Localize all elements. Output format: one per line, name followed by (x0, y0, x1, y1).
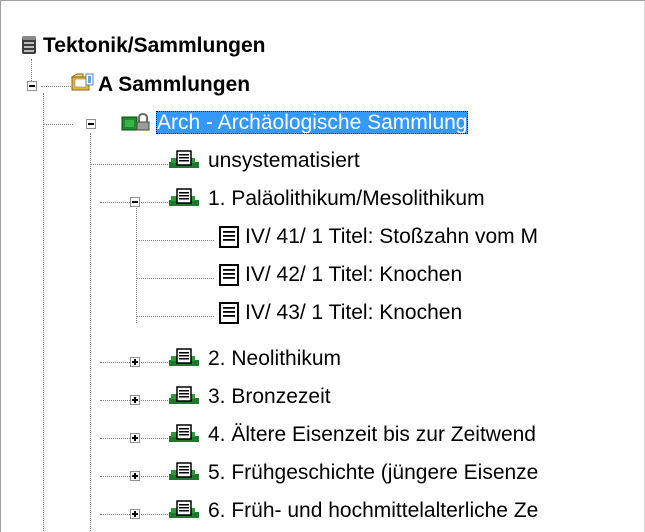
collection-tree-view[interactable]: Tektonik/Sammlungen A Sammlungen Arch - … (0, 0, 645, 532)
tree-line (136, 240, 214, 241)
tree-node-group[interactable]: A Sammlungen (98, 71, 250, 99)
tree-node-root[interactable]: Tektonik/Sammlungen (43, 32, 265, 60)
expand-toggle[interactable] (130, 395, 140, 405)
tree-line (90, 133, 91, 532)
selected-label: Arch - Archäologische Sammlung (156, 111, 469, 134)
record-icon (216, 263, 244, 292)
tree-node-series[interactable]: 1. Paläolithikum/Mesolithikum (208, 185, 485, 213)
series-icon (168, 149, 202, 176)
tree-line (136, 278, 214, 279)
series-icon (168, 187, 202, 214)
series-icon (168, 461, 202, 488)
series-icon (168, 385, 202, 412)
tree-line (41, 86, 71, 87)
tree-line (136, 208, 137, 323)
locked-collection-icon (119, 109, 153, 138)
tree-node-record[interactable]: IV/ 41/ 1 Titel: Stoßzahn vom M (245, 223, 538, 251)
collapse-toggle[interactable] (130, 197, 140, 207)
tree-node-record[interactable]: IV/ 42/ 1 Titel: Knochen (245, 261, 462, 289)
tree-line (90, 164, 168, 165)
tree-node-series[interactable]: 5. Frühgeschichte (jüngere Eisenze (208, 459, 538, 487)
record-icon (216, 225, 244, 254)
expand-toggle[interactable] (130, 509, 140, 519)
tree-line (43, 124, 73, 125)
tree-line (43, 93, 44, 532)
collapse-toggle[interactable] (86, 119, 96, 129)
series-icon (168, 423, 202, 450)
series-icon (168, 499, 202, 526)
expand-toggle[interactable] (130, 433, 140, 443)
expand-toggle[interactable] (130, 357, 140, 367)
tree-node-series[interactable]: 4. Ältere Eisenzeit bis zur Zeitwend (208, 421, 536, 449)
tree-node-series[interactable]: 6. Früh- und hochmittelalterliche Ze (208, 497, 538, 525)
tree-line (136, 316, 214, 317)
tree-node-selected[interactable]: Arch - Archäologische Sammlung (156, 109, 469, 137)
folder-icon (70, 71, 95, 98)
tree-node-series[interactable]: 3. Bronzezeit (208, 383, 331, 411)
expand-toggle[interactable] (130, 471, 140, 481)
tree-node-record[interactable]: IV/ 43/ 1 Titel: Knochen (245, 299, 462, 327)
database-icon (19, 34, 39, 61)
tree-node-series[interactable]: 2. Neolithikum (208, 345, 341, 373)
series-icon (168, 347, 202, 374)
record-icon (216, 301, 244, 330)
tree-node-series[interactable]: unsystematisiert (208, 147, 360, 175)
collapse-toggle[interactable] (27, 81, 37, 91)
